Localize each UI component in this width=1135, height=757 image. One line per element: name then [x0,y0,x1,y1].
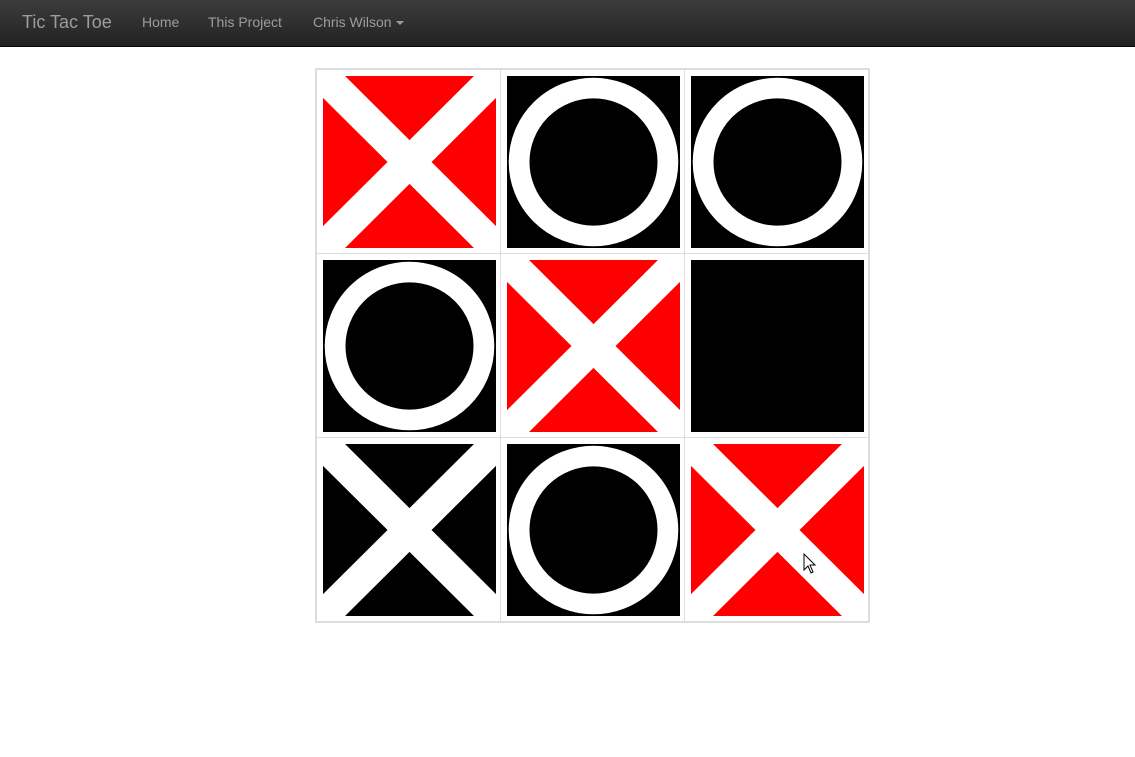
cell-tile [507,260,680,432]
board-cell-3[interactable] [684,69,869,254]
board-cell-4[interactable] [316,253,501,438]
cell-tile [323,76,496,248]
nav-home-link[interactable]: Home [142,14,179,30]
game-board [315,68,870,623]
board-cell-8[interactable] [500,437,685,622]
cell-tile [507,76,680,248]
board-cell-5[interactable] [500,253,685,438]
cell-tile [691,260,864,432]
board-cell-1[interactable] [316,69,501,254]
nav-this-project-link[interactable]: This Project [208,14,282,30]
brand-title[interactable]: Tic Tac Toe [22,12,112,32]
navbar: Tic Tac Toe Home This Project Chris Wils… [0,0,1135,47]
cell-tile [323,444,496,616]
nav-user-dropdown[interactable]: Chris Wilson [313,14,404,30]
cell-tile [691,444,864,616]
board-cell-9[interactable] [684,437,869,622]
board-cell-7[interactable] [316,437,501,622]
caret-down-icon [395,21,404,26]
cell-tile [323,260,496,432]
board-cell-2[interactable] [500,69,685,254]
cell-tile [691,76,864,248]
cell-tile [507,444,680,616]
user-name: Chris Wilson [313,14,392,30]
board-cell-6[interactable] [684,253,869,438]
